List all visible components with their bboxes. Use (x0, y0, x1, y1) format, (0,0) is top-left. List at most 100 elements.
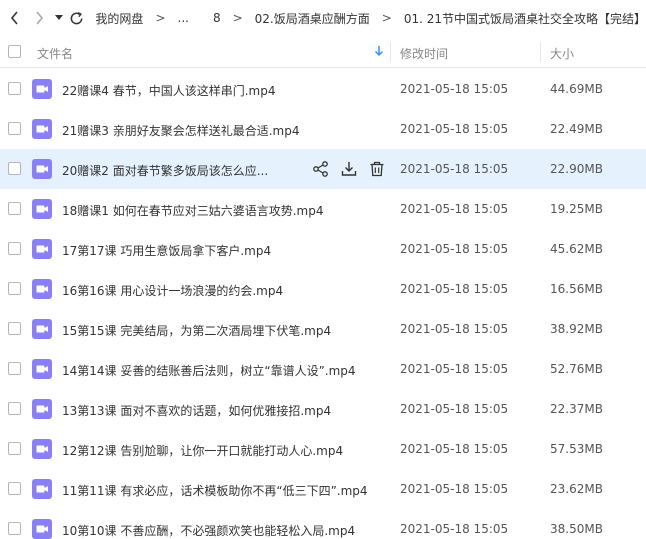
row-checkbox[interactable] (8, 442, 21, 455)
file-size: 45.62MB (550, 242, 603, 256)
file-name[interactable]: 12第12课 告别尬聊，让你一开口就能打动人心.mp4 (62, 442, 343, 459)
file-size: 22.49MB (550, 122, 603, 136)
breadcrumb: 我的网盘 > ... 8 > 02.饭局酒桌应酬方面 > 01. 21节中国式饭… (95, 10, 646, 27)
breadcrumb-separator: > (232, 11, 243, 25)
row-checkbox[interactable] (8, 362, 21, 375)
row-checkbox[interactable] (8, 122, 21, 135)
file-modified-time: 2021-05-18 15:05 (400, 122, 509, 136)
row-checkbox[interactable] (8, 402, 21, 415)
file-size: 23.62MB (550, 482, 603, 496)
file-size: 44.69MB (550, 82, 603, 96)
share-icon (313, 161, 328, 177)
file-size: 38.92MB (550, 322, 603, 336)
column-header-name[interactable]: 文件名 (37, 45, 73, 62)
download-icon (341, 162, 357, 176)
file-row[interactable]: 11第11课 有求必应，话术模板助你不再“低三下四”.mp4 2021-05-18… (0, 469, 646, 509)
video-file-icon (32, 79, 52, 99)
file-size: 22.37MB (550, 402, 603, 416)
file-row[interactable]: 21赠课3 亲朋好友聚会怎样送礼最合适.mp4 2021-05-18 15:05 2… (0, 109, 646, 149)
file-name[interactable]: 18赠课1 如何在春节应对三姑六婆语言攻势.mp4 (62, 202, 323, 219)
history-dropdown-button[interactable] (52, 5, 66, 31)
breadcrumb-item-8[interactable]: 8 (213, 11, 221, 25)
download-button[interactable] (339, 159, 359, 179)
file-name[interactable]: 20赠课2 面对春节繁多饭局该怎么应... (62, 162, 268, 179)
file-name[interactable]: 14第14课 妥善的结账善后法则，树立“靠谱人设”.mp4 (62, 362, 356, 379)
file-row[interactable]: 22赠课4 春节，中国人该这样串门.mp4 2021-05-18 15:05 44.… (0, 69, 646, 109)
row-checkbox[interactable] (8, 162, 21, 175)
file-modified-time: 2021-05-18 15:05 (400, 282, 509, 296)
video-file-icon (32, 359, 52, 379)
caret-down-icon (54, 15, 63, 20)
file-row[interactable]: 20赠课2 面对春节繁多饭局该怎么应... 2021-05-18 15:05 22.… (0, 149, 646, 189)
row-checkbox[interactable] (8, 242, 21, 255)
file-size: 38.50MB (550, 522, 603, 536)
row-checkbox[interactable] (8, 322, 21, 335)
file-row[interactable]: 18赠课1 如何在春节应对三姑六婆语言攻势.mp4 2021-05-18 15:0… (0, 189, 646, 229)
file-modified-time: 2021-05-18 15:05 (400, 242, 509, 256)
file-name[interactable]: 16第16课 用心设计一场浪漫的约会.mp4 (62, 282, 283, 299)
row-checkbox[interactable] (8, 522, 21, 535)
file-modified-time: 2021-05-18 15:05 (400, 402, 509, 416)
navigation-bar: 我的网盘 > ... 8 > 02.饭局酒桌应酬方面 > 01. 21节中国式饭… (0, 0, 646, 36)
file-size: 22.90MB (550, 162, 603, 176)
video-file-icon (32, 319, 52, 339)
video-file-icon (32, 279, 52, 299)
file-modified-time: 2021-05-18 15:05 (400, 482, 509, 496)
breadcrumb-separator: > (155, 11, 166, 25)
video-file-icon (32, 479, 52, 499)
column-divider[interactable] (390, 42, 391, 62)
row-checkbox[interactable] (8, 282, 21, 295)
forward-button[interactable] (28, 5, 50, 31)
breadcrumb-item-current: 01. 21节中国式饭局酒桌社交全攻略【完结】 (403, 11, 646, 26)
arrow-down-icon[interactable] (374, 45, 384, 57)
file-modified-time: 2021-05-18 15:05 (400, 362, 509, 376)
column-header-time[interactable]: 修改时间 (400, 45, 448, 62)
video-file-icon (32, 199, 52, 219)
file-name[interactable]: 22赠课4 春节，中国人该这样串门.mp4 (62, 82, 275, 99)
share-button[interactable] (311, 159, 331, 179)
file-modified-time: 2021-05-18 15:05 (400, 522, 509, 536)
row-checkbox[interactable] (8, 202, 21, 215)
delete-icon (370, 161, 384, 177)
file-row[interactable]: 17第17课 巧用生意饭局拿下客户.mp4 2021-05-18 15:05 45.… (0, 229, 646, 269)
refresh-button[interactable] (65, 5, 87, 31)
delete-button[interactable] (367, 159, 387, 179)
breadcrumb-item-ellipsis[interactable]: ... (178, 11, 189, 25)
chevron-right-icon (36, 11, 43, 25)
video-file-icon (32, 519, 52, 539)
video-file-icon (32, 159, 52, 179)
column-header-size[interactable]: 大小 (550, 45, 574, 62)
file-size: 16.56MB (550, 282, 603, 296)
back-button[interactable] (4, 5, 26, 31)
file-name[interactable]: 13第13课 面对不喜欢的话题，如何优雅接招.mp4 (62, 402, 331, 419)
file-row[interactable]: 14第14课 妥善的结账善后法则，树立“靠谱人设”.mp4 2021-05-18 … (0, 349, 646, 389)
file-name[interactable]: 11第11课 有求必应，话术模板助你不再“低三下四”.mp4 (62, 482, 368, 499)
video-file-icon (32, 399, 52, 419)
file-name[interactable]: 15第15课 完美结局，为第二次酒局埋下伏笔.mp4 (62, 322, 331, 339)
file-modified-time: 2021-05-18 15:05 (400, 82, 509, 96)
file-modified-time: 2021-05-18 15:05 (400, 162, 509, 176)
file-row[interactable]: 12第12课 告别尬聊，让你一开口就能打动人心.mp4 2021-05-18 15… (0, 429, 646, 469)
video-file-icon (32, 119, 52, 139)
file-list-header: 文件名 修改时间 大小 (0, 36, 646, 68)
file-row[interactable]: 13第13课 面对不喜欢的话题，如何优雅接招.mp4 2021-05-18 15:… (0, 389, 646, 429)
breadcrumb-separator: > (381, 11, 392, 25)
file-modified-time: 2021-05-18 15:05 (400, 322, 509, 336)
file-row[interactable]: 15第15课 完美结局，为第二次酒局埋下伏笔.mp4 2021-05-18 15:… (0, 309, 646, 349)
row-checkbox[interactable] (8, 82, 21, 95)
video-file-icon (32, 239, 52, 259)
column-divider[interactable] (540, 42, 541, 62)
file-name[interactable]: 17第17课 巧用生意饭局拿下客户.mp4 (62, 242, 271, 259)
select-all-checkbox[interactable] (8, 45, 21, 58)
chevron-left-icon (10, 11, 18, 25)
file-row[interactable]: 16第16课 用心设计一场浪漫的约会.mp4 2021-05-18 15:05 16… (0, 269, 646, 309)
file-modified-time: 2021-05-18 15:05 (400, 442, 509, 456)
breadcrumb-item-folder[interactable]: 02.饭局酒桌应酬方面 (255, 10, 370, 27)
breadcrumb-item-root[interactable]: 我的网盘 (95, 10, 143, 27)
file-row[interactable]: 10第10课 不善应酬，不必强颜欢笑也能轻松入局.mp4 2021-05-18 1… (0, 509, 646, 539)
row-actions (311, 159, 395, 179)
file-name[interactable]: 21赠课3 亲朋好友聚会怎样送礼最合适.mp4 (62, 122, 299, 139)
row-checkbox[interactable] (8, 482, 21, 495)
file-size: 52.76MB (550, 362, 603, 376)
file-name[interactable]: 10第10课 不善应酬，不必强颜欢笑也能轻松入局.mp4 (62, 522, 355, 539)
